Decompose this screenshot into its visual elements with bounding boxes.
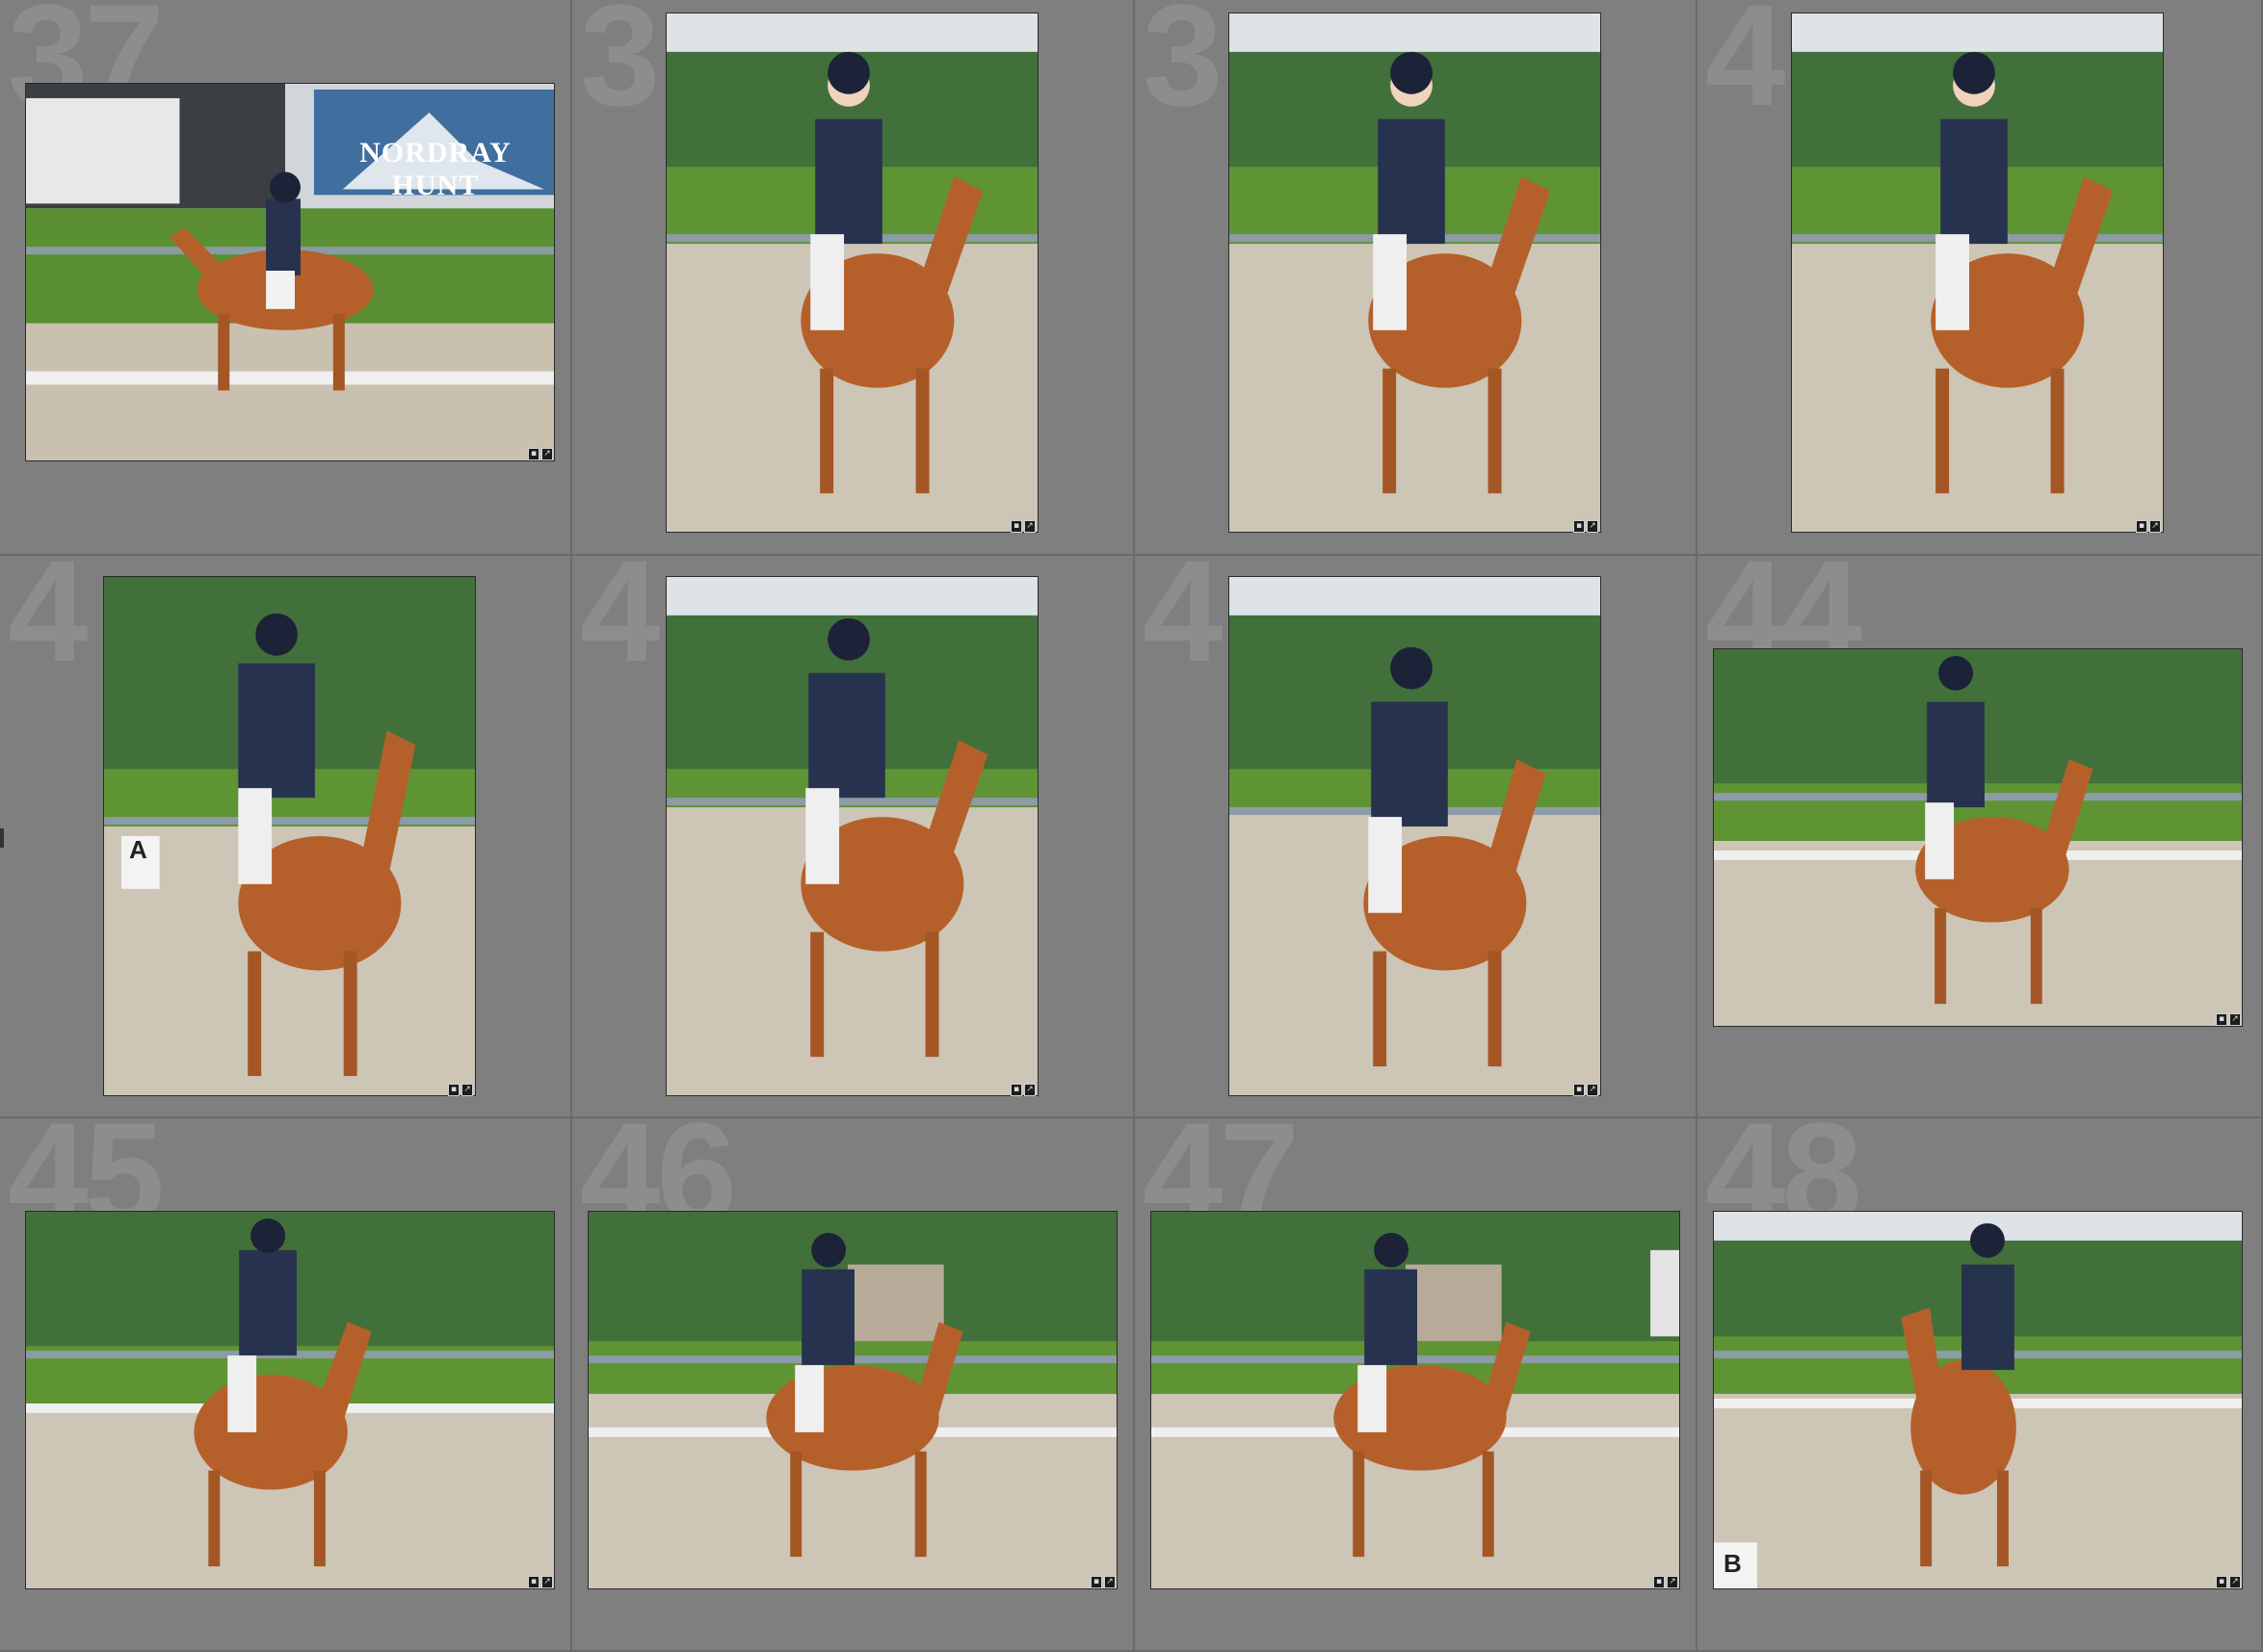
photo-thumbnail[interactable]: A: [103, 576, 476, 1096]
grid-cell[interactable]: 44 ▪ ↗: [1697, 556, 2263, 1118]
grid-cell[interactable]: 4 ▪ ↗: [572, 556, 1135, 1118]
thumbnail-badges[interactable]: ▪ ↗: [528, 448, 553, 460]
metadata-icon: ▪: [2216, 1576, 2227, 1588]
photo-horse-rider-portrait: [667, 577, 1038, 1095]
photo-horse-rider-portrait: [1229, 13, 1600, 532]
photo-horse-rider-landscape: [1151, 1212, 1679, 1588]
photo-horse-rider-portrait: [104, 577, 475, 1095]
cell-index-number: 4: [580, 556, 660, 692]
edited-icon: ↗: [1667, 1576, 1678, 1588]
thumbnail-badges[interactable]: ▪ ↗: [528, 1576, 553, 1588]
photo-thumbnail[interactable]: NORDRAY HUNT: [25, 83, 555, 461]
photo-thumbnail[interactable]: [666, 13, 1039, 533]
edited-icon: ↗: [1024, 520, 1036, 533]
edited-icon: ↗: [541, 448, 553, 460]
thumbnail-badges[interactable]: ▪ ↗: [1573, 520, 1598, 533]
photo-thumbnail[interactable]: [1228, 13, 1601, 533]
metadata-icon: ▪: [448, 1084, 460, 1096]
metadata-icon: ▪: [2136, 520, 2147, 533]
photo-thumbnail[interactable]: [666, 576, 1039, 1096]
thumbnail-badges[interactable]: ▪ ↗: [1653, 1576, 1678, 1588]
photo-thumbnail[interactable]: [1150, 1211, 1680, 1589]
metadata-icon: ▪: [1573, 1084, 1585, 1096]
grid-edge-marker: [0, 828, 4, 848]
edited-icon: ↗: [541, 1576, 553, 1588]
grid-cell[interactable]: 4 ▪ ↗: [1697, 0, 2263, 556]
thumbnail-badges[interactable]: ▪ ↗: [1011, 520, 1036, 533]
photo-thumbnail[interactable]: [1228, 576, 1601, 1096]
edited-icon: ↗: [2149, 520, 2161, 533]
photo-horse-rider-portrait: [1229, 577, 1600, 1095]
edited-icon: ↗: [1587, 520, 1598, 533]
edited-icon: ↗: [2229, 1576, 2241, 1588]
thumbnail-badges[interactable]: ▪ ↗: [2136, 520, 2161, 533]
edited-icon: ↗: [1104, 1576, 1116, 1588]
grid-cell[interactable]: 3 ▪ ↗: [572, 0, 1135, 556]
grid-cell[interactable]: 45 ▪ ↗: [0, 1118, 572, 1652]
edited-icon: ↗: [1587, 1084, 1598, 1096]
photo-horse-rider-landscape: [1714, 1212, 2242, 1588]
cell-index-number: 3: [1143, 0, 1223, 136]
photo-thumbnail[interactable]: [1713, 648, 2243, 1027]
photo-thumbnail[interactable]: [588, 1211, 1118, 1589]
thumbnail-badges[interactable]: ▪ ↗: [2216, 1013, 2241, 1026]
photo-thumbnail[interactable]: [25, 1211, 555, 1589]
photo-horse-rider-landscape: [26, 1212, 554, 1588]
thumbnail-badges[interactable]: ▪ ↗: [448, 1084, 473, 1096]
library-grid: 37 NORDRAY HUNT ▪ ↗ 3 ▪ ↗ 3 ▪ ↗ 4 ▪ ↗ 4 …: [0, 0, 2263, 1652]
grid-cell[interactable]: 37 NORDRAY HUNT ▪ ↗: [0, 0, 572, 556]
grid-cell[interactable]: 47 ▪ ↗: [1135, 1118, 1697, 1652]
metadata-icon: ▪: [528, 448, 539, 460]
metadata-icon: ▪: [528, 1576, 539, 1588]
photo-horse-rider-portrait: [667, 13, 1038, 532]
grid-cell[interactable]: 46 ▪ ↗: [572, 1118, 1135, 1652]
photo-horse-rider-landscape: [1714, 649, 2242, 1026]
edited-icon: ↗: [2229, 1013, 2241, 1026]
metadata-icon: ▪: [1653, 1576, 1665, 1588]
metadata-icon: ▪: [1011, 1084, 1022, 1096]
cell-index-number: 4: [8, 556, 88, 692]
cell-index-number: 4: [1705, 0, 1785, 136]
thumbnail-badges[interactable]: ▪ ↗: [1573, 1084, 1598, 1096]
photo-horse-rider-portrait: [1792, 13, 2163, 532]
grid-cell[interactable]: 4 ▪ ↗: [1135, 556, 1697, 1118]
edited-icon: ↗: [461, 1084, 473, 1096]
photo-thumbnail[interactable]: [1791, 13, 2164, 533]
metadata-icon: ▪: [1573, 520, 1585, 533]
grid-cell[interactable]: 4 A ▪ ↗: [0, 556, 572, 1118]
thumbnail-badges[interactable]: ▪ ↗: [1091, 1576, 1116, 1588]
photo-horse-rider-landscape: [589, 1212, 1117, 1588]
photo-thumbnail[interactable]: B: [1713, 1211, 2243, 1589]
thumbnail-badges[interactable]: ▪ ↗: [1011, 1084, 1036, 1096]
cell-index-number: 4: [1143, 556, 1223, 692]
arena-marker-letter: A: [129, 835, 147, 864]
grid-cell[interactable]: 48 B ▪ ↗: [1697, 1118, 2263, 1652]
metadata-icon: ▪: [2216, 1013, 2227, 1026]
metadata-icon: ▪: [1091, 1576, 1102, 1588]
thumbnail-badges[interactable]: ▪ ↗: [2216, 1576, 2241, 1588]
grid-cell[interactable]: 3 ▪ ↗: [1135, 0, 1697, 556]
edited-icon: ↗: [1024, 1084, 1036, 1096]
cell-index-number: 3: [580, 0, 660, 136]
arena-marker-letter: B: [1724, 1549, 1742, 1578]
metadata-icon: ▪: [1011, 520, 1022, 533]
banner-text: NORDRAY HUNT: [359, 137, 512, 201]
